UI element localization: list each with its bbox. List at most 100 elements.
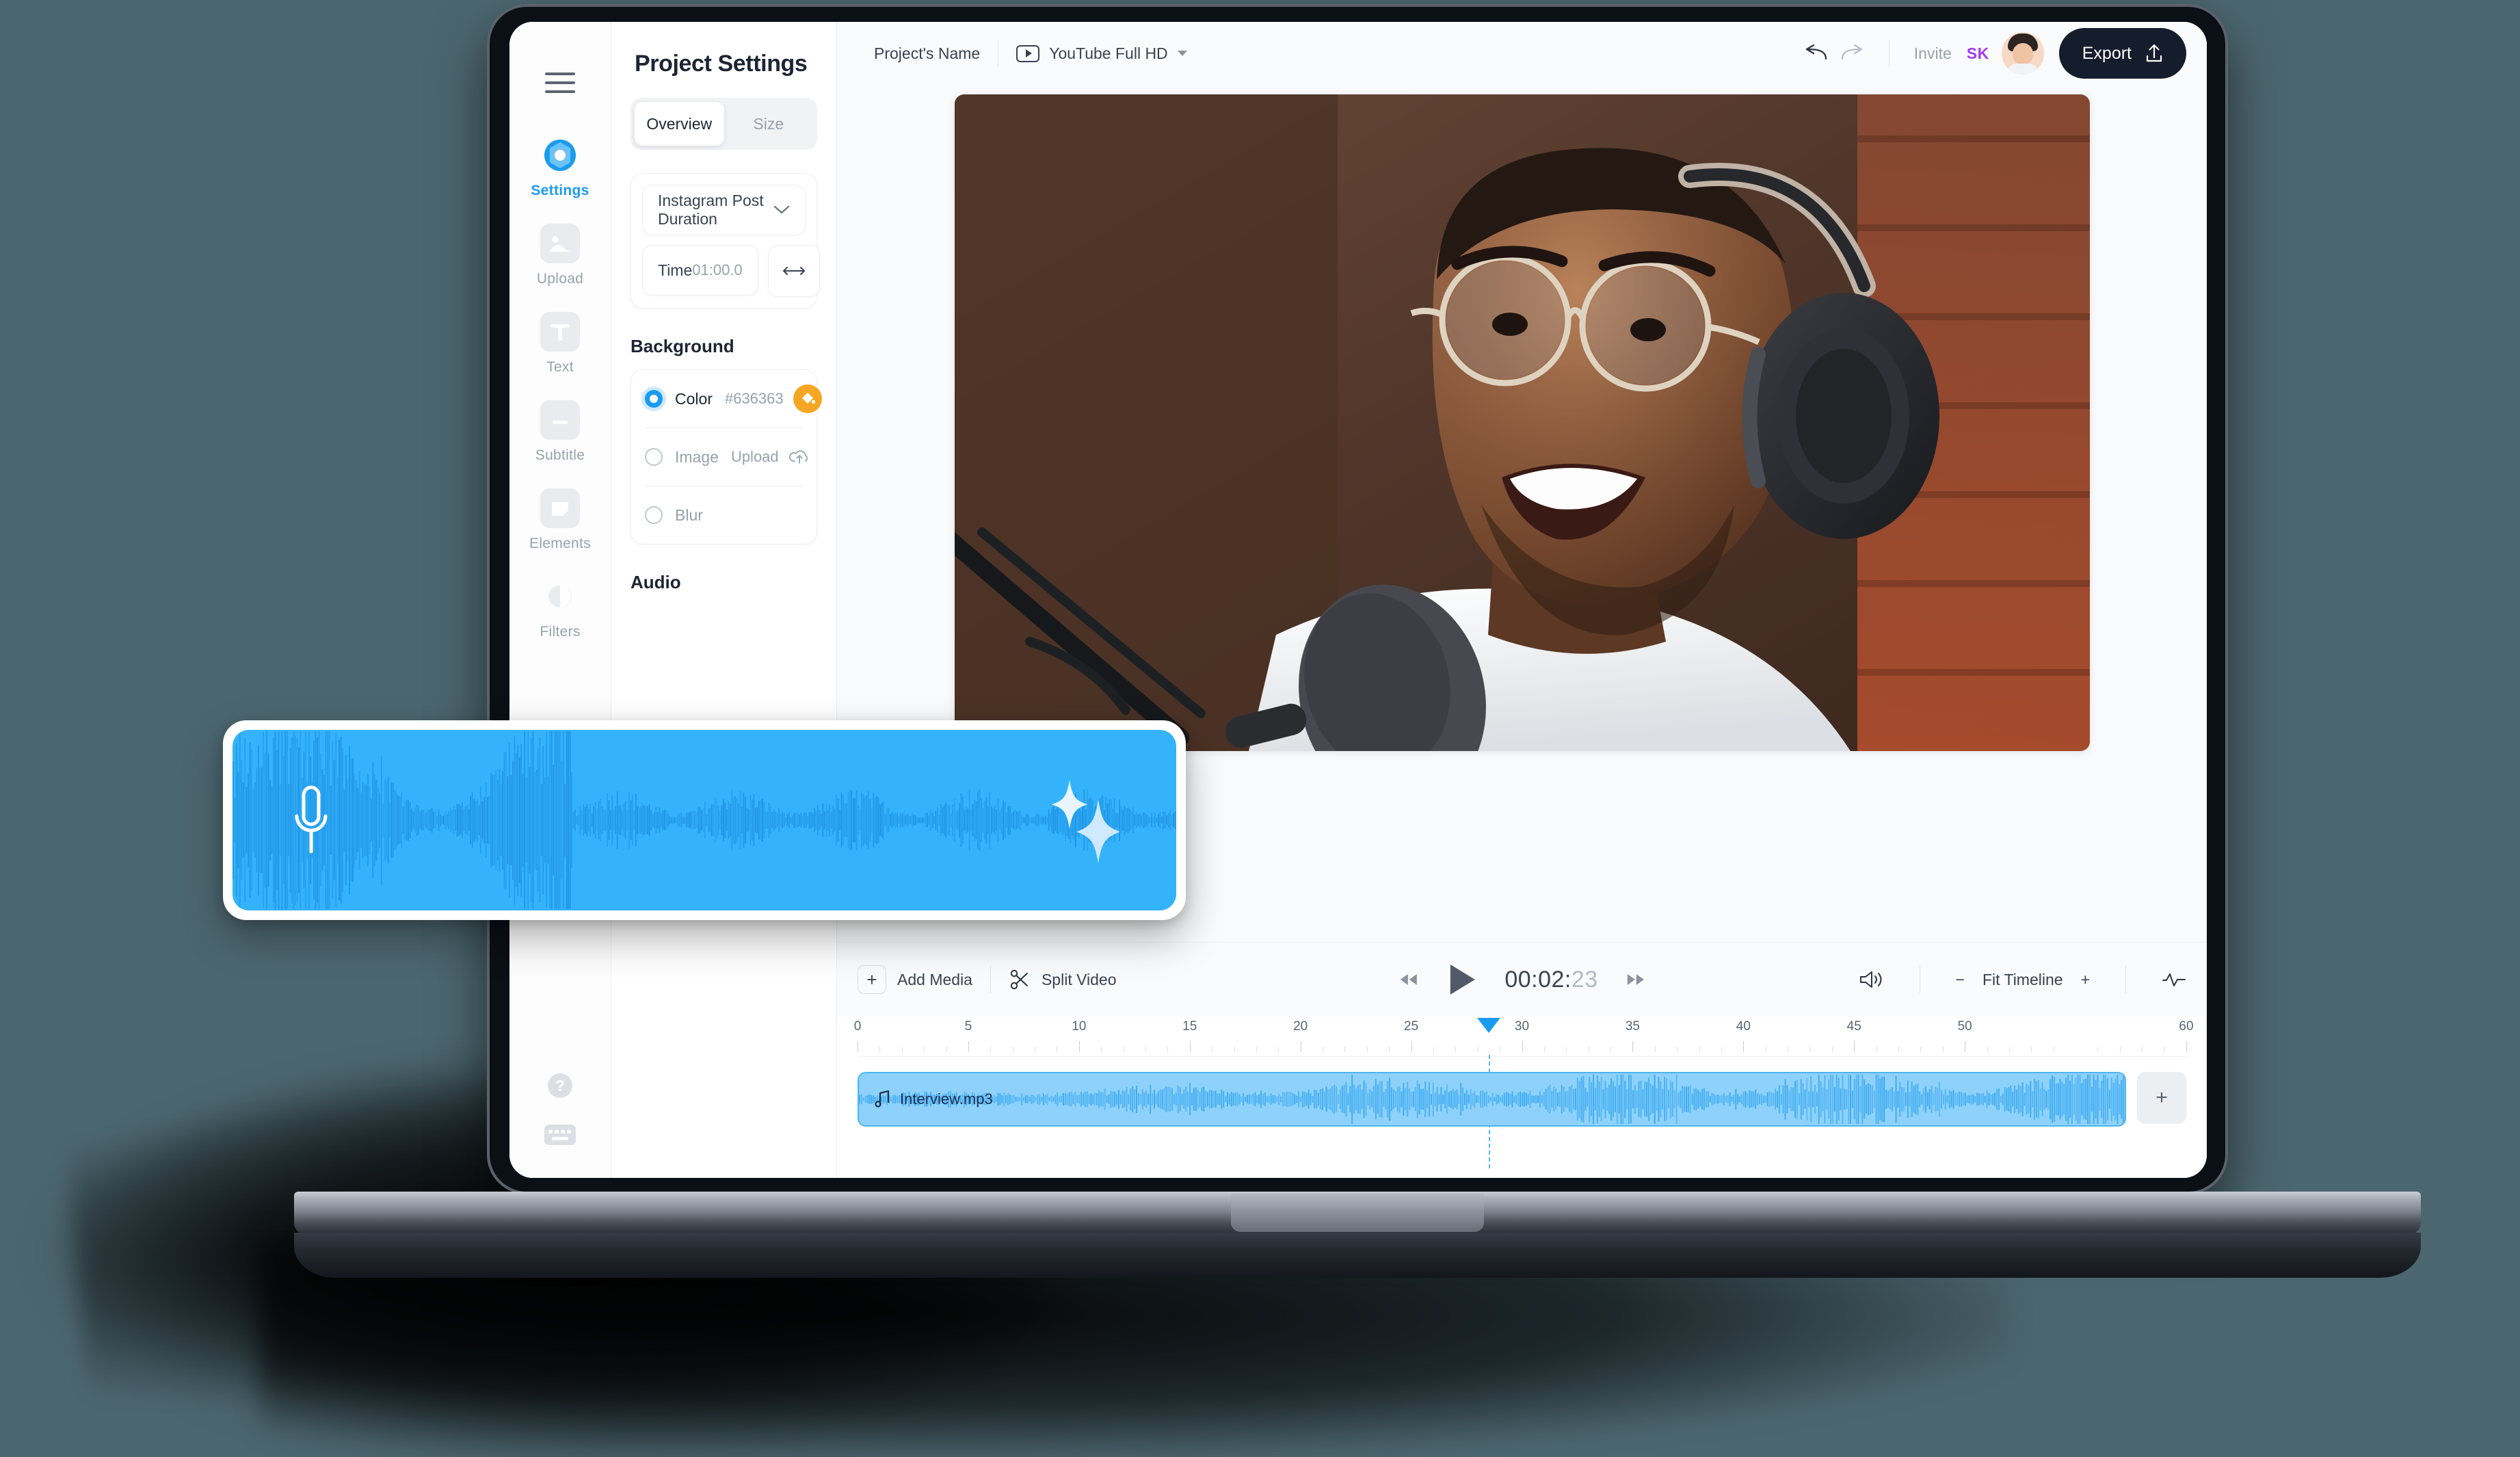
avatar-body: [2006, 64, 2039, 75]
sidebar-item-upload[interactable]: Upload: [509, 224, 611, 287]
add-media-button[interactable]: + Add Media: [858, 965, 972, 994]
duration-preset-select[interactable]: Instagram Post Duration: [642, 185, 806, 235]
collaborator-initials[interactable]: SK: [1967, 44, 1989, 63]
sidebar-item-label: Settings: [531, 183, 589, 198]
laptop-screen: Settings Upload Text Subtitle Elements F…: [509, 22, 2207, 1178]
playhead-handle[interactable]: [1476, 1018, 1500, 1033]
transport-controls: 00:02:23: [1398, 962, 1645, 997]
project-name[interactable]: Project's Name: [874, 44, 980, 63]
preview-illustration: [954, 94, 2090, 751]
ruler-label: 40: [1736, 1019, 1751, 1034]
timeline-ruler[interactable]: 0 5 10 15 20 25 30 35 40 45 50 60: [854, 1016, 2194, 1057]
paint-bucket-icon[interactable]: [793, 384, 822, 413]
image-upload-icon: [540, 224, 580, 263]
split-video-button[interactable]: Split Video: [1009, 969, 1117, 990]
timeline-clip-audio[interactable]: Interview.mp3: [858, 1072, 2126, 1127]
split-video-label: Split Video: [1041, 970, 1117, 988]
video-preview[interactable]: [954, 94, 2090, 751]
audio-section-title: Audio: [631, 572, 681, 592]
sidebar-item-subtitle[interactable]: Subtitle: [509, 400, 611, 464]
settings-gear-icon: [540, 135, 580, 175]
subtitle-icon: [540, 400, 580, 440]
image-upload-group: Upload: [731, 448, 810, 466]
current-time: 00:02:23: [1504, 967, 1597, 993]
fit-timeline-label[interactable]: Fit Timeline: [1982, 971, 2063, 989]
ruler-tick-minor: [1101, 1047, 1102, 1052]
zoom-in-button[interactable]: +: [2081, 971, 2090, 989]
background-option-color[interactable]: Color #636363: [645, 370, 822, 428]
radio-image[interactable]: [645, 448, 663, 466]
export-button[interactable]: Export: [2058, 28, 2186, 79]
cloud-upload-icon[interactable]: [788, 448, 810, 466]
rail-item-list: Settings Upload Text Subtitle Elements F…: [509, 135, 611, 665]
sidebar-item-label: Filters: [540, 624, 581, 640]
aspect-ratio-select[interactable]: YouTube Full HD: [1016, 44, 1187, 63]
tab-overview[interactable]: Overview: [635, 102, 724, 146]
sidebar-item-text[interactable]: Text: [509, 312, 611, 376]
share-upload-icon: [2145, 43, 2163, 64]
ruler-tick-minor: [1566, 1047, 1567, 1052]
ruler-label: 20: [1293, 1019, 1308, 1034]
left-right-arrow-icon[interactable]: [767, 245, 820, 297]
zoom-out-button[interactable]: −: [1956, 971, 1965, 989]
upload-label[interactable]: Upload: [731, 448, 779, 466]
ruler-tick-minor: [1256, 1047, 1257, 1052]
sidebar-item-settings[interactable]: Settings: [509, 135, 611, 199]
ruler-tick-minor: [924, 1047, 925, 1052]
speaker-volume-icon[interactable]: [1858, 969, 1884, 990]
ruler-tick-minor: [1699, 1047, 1700, 1052]
ruler-tick-minor: [1654, 1047, 1656, 1052]
floating-audio-card[interactable]: [223, 720, 1186, 920]
sidebar-item-elements[interactable]: Elements: [509, 488, 611, 552]
ruler-tick-major: [1411, 1041, 1412, 1052]
help-question-icon[interactable]: ?: [546, 1071, 574, 1100]
text-T-icon: [540, 312, 580, 352]
avatar[interactable]: [2001, 32, 2044, 75]
redo-arrow-icon[interactable]: [1834, 35, 1871, 72]
panel-tabs: Overview Size: [631, 98, 817, 150]
ruler-label: 50: [1957, 1019, 1972, 1034]
ruler-tick-minor: [2142, 1047, 2143, 1052]
divider: [990, 966, 991, 993]
ruler-tick-minor: [2119, 1047, 2121, 1052]
ruler-tick-major: [1854, 1041, 1855, 1052]
keyboard-shortcuts-icon[interactable]: [544, 1123, 576, 1146]
audio-waveform-icon[interactable]: [2162, 971, 2186, 988]
avatar-face: [2012, 43, 2033, 65]
left-rail: Settings Upload Text Subtitle Elements F…: [509, 22, 611, 1178]
ruler-label: 10: [1072, 1019, 1087, 1034]
scissors-icon: [1009, 969, 1031, 990]
background-option-image[interactable]: Image Upload: [645, 428, 808, 486]
radio-blur[interactable]: [645, 506, 663, 524]
add-track-button[interactable]: +: [2137, 1072, 2186, 1124]
rail-bottom-actions: ?: [509, 1071, 611, 1146]
hamburger-icon[interactable]: [545, 73, 575, 93]
fast-forward-icon[interactable]: [1626, 972, 1646, 987]
ruler-tick-major: [2186, 1041, 2187, 1052]
ruler-tick-minor: [1344, 1047, 1346, 1052]
tab-size[interactable]: Size: [724, 102, 814, 146]
current-time-frames: 23: [1571, 966, 1598, 993]
ruler-tick-minor: [1898, 1047, 1900, 1052]
radio-color[interactable]: [645, 390, 663, 408]
undo-arrow-icon[interactable]: [1797, 35, 1834, 72]
time-field[interactable]: Time 01:00.0: [642, 245, 758, 296]
ruler-tick-minor: [1920, 1047, 1922, 1052]
play-icon[interactable]: [1446, 962, 1477, 997]
invite-button[interactable]: Invite: [1914, 44, 1952, 63]
youtube-play-icon: [1016, 44, 1040, 62]
ruler-tick-minor: [1831, 1047, 1833, 1052]
ruler-label: 35: [1625, 1019, 1640, 1034]
rewind-icon[interactable]: [1398, 972, 1418, 987]
ruler-tick-minor: [1942, 1047, 1944, 1052]
background-option-blur[interactable]: Blur: [645, 486, 803, 544]
duration-card: Instagram Post Duration Time 01:00.0: [631, 173, 820, 309]
background-option-label: Color: [675, 389, 713, 408]
ruler-label: 15: [1182, 1019, 1197, 1034]
add-media-label: Add Media: [897, 970, 972, 988]
ruler-tick-minor: [1167, 1047, 1169, 1052]
ruler-tick-minor: [990, 1047, 992, 1052]
background-option-label: Blur: [675, 506, 703, 524]
main-area: Project's Name YouTube Full HD Invite SK…: [837, 22, 2207, 1178]
sidebar-item-filters[interactable]: Filters: [509, 577, 611, 640]
